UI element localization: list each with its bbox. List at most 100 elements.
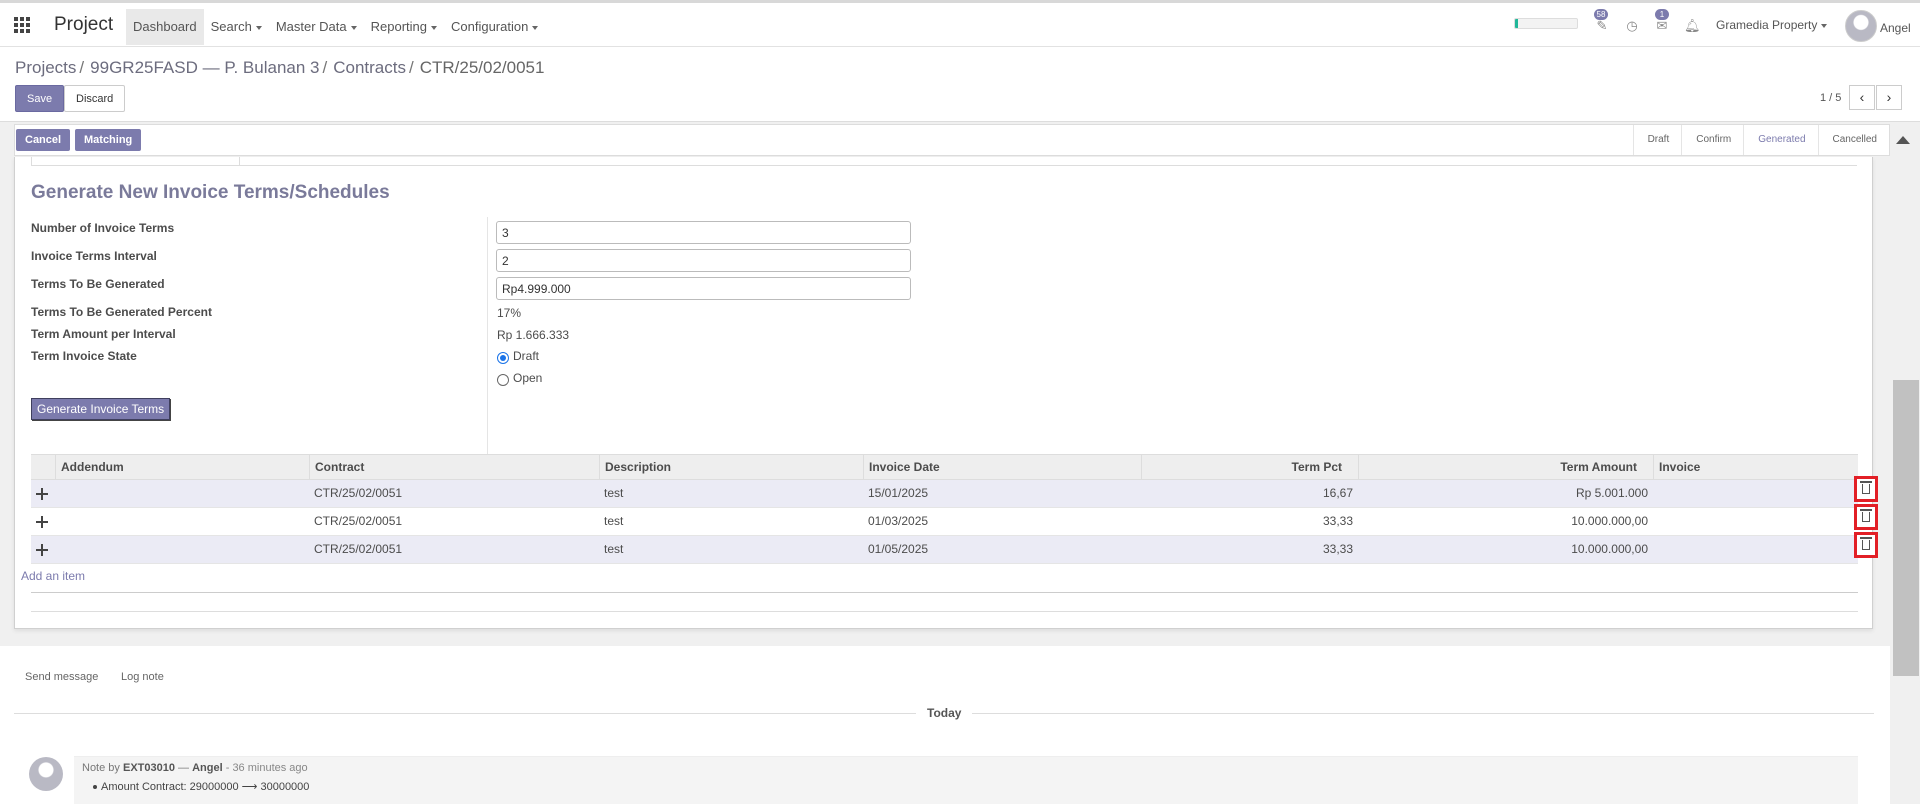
apps-grid-icon[interactable] [14,17,30,33]
table-row[interactable]: CTR/25/02/0051 test 01/05/2025 33,33 10.… [31,536,1858,564]
delete-row-button[interactable] [1854,504,1878,530]
section-title: Generate New Invoice Terms/Schedules [31,182,390,203]
stage-generated[interactable]: Generated [1743,125,1817,155]
message-body: Amount Contract: 29000000 ⟶ 30000000 [92,781,310,793]
cell-contract: CTR/25/02/0051 [314,486,403,500]
caret-down-icon [350,25,357,30]
breadcrumb-current: CTR/25/02/0051 [419,58,545,77]
bell-icon[interactable]: 🔔︎ [1684,19,1701,33]
drag-handle-icon[interactable] [36,488,48,500]
menu-dashboard[interactable]: Dashboard [126,9,204,45]
menu-search[interactable]: Search [204,9,269,45]
caret-down-icon [532,25,539,30]
cell-term-pct: 33,33 [1322,542,1353,556]
message-author[interactable]: EXT03010 [123,762,175,774]
cell-invoice-date: 01/05/2025 [868,542,929,556]
label-terms-to-generate-percent: Terms To Be Generated Percent [31,305,212,319]
col-contract[interactable]: Contract [309,455,599,481]
drag-handle-icon[interactable] [36,516,48,528]
cancel-contract-button[interactable]: Cancel [16,129,71,151]
cell-contract: CTR/25/02/0051 [314,542,403,556]
cell-description: test [604,486,624,500]
table-row[interactable]: CTR/25/02/0051 test 01/03/2025 33,33 10.… [31,508,1858,536]
table-row[interactable]: CTR/25/02/0051 test 15/01/2025 16,67 Rp … [31,480,1858,508]
user-avatar[interactable] [1845,10,1877,42]
scrollbar-thumb[interactable] [1893,380,1919,676]
delete-row-button[interactable] [1854,476,1878,502]
col-invoice[interactable]: Invoice [1653,455,1841,481]
caret-down-icon [1821,23,1828,28]
breadcrumb-project[interactable]: 99GR25FASD — P. Bulanan 3 [90,58,319,78]
caret-down-icon [255,25,262,30]
generate-invoice-terms-button[interactable]: Generate Invoice Terms [31,398,171,420]
stage-pipeline: Draft Confirm Generated Cancelled [1632,125,1889,155]
pager-value[interactable]: 1 / 5 [1820,92,1841,104]
cell-term-pct: 33,33 [1322,514,1353,528]
label-terms-to-generate: Terms To Be Generated [31,277,165,291]
col-term-amount[interactable]: Term Amount [1358,455,1653,481]
activity-badge: 58 [1594,9,1608,20]
message-author-avatar[interactable] [29,757,63,791]
stage-cancelled[interactable]: Cancelled [1817,125,1889,155]
state-open-radio[interactable] [497,374,509,386]
stage-confirm[interactable]: Confirm [1681,125,1743,155]
terms-to-generate-percent-value: 17% [497,306,522,320]
terms-interval-input[interactable] [496,249,911,272]
pager-next-button[interactable]: › [1876,85,1902,110]
onboarding-progress-bar[interactable] [1514,18,1578,29]
chatter-message: Note by EXT03010 — Angel - 36 minutes ag… [74,756,1858,804]
terms-to-generate-input[interactable] [496,277,911,300]
stage-draft[interactable]: Draft [1632,125,1682,155]
label-number-of-terms: Number of Invoice Terms [31,221,175,235]
table-header: Addendum Contract Description Invoice Da… [31,454,1858,481]
label-term-amount-per-interval: Term Amount per Interval [31,327,176,341]
trash-icon [1860,537,1872,550]
user-name[interactable]: Angel [1880,21,1911,35]
state-draft-radio[interactable] [497,352,509,364]
pager-previous-button[interactable]: ‹ [1849,85,1875,110]
trash-icon [1860,481,1872,494]
cell-description: test [604,514,624,528]
state-draft-label[interactable]: Draft [513,349,539,363]
menu-reporting[interactable]: Reporting [364,9,444,45]
col-term-pct[interactable]: Term Pct [1141,455,1358,481]
messages-badge: 1 [1655,9,1669,20]
state-open-label[interactable]: Open [513,371,542,385]
breadcrumb-contracts[interactable]: Contracts [333,58,406,78]
clock-icon[interactable]: ◷ [1625,19,1639,33]
cell-invoice-date: 15/01/2025 [868,486,929,500]
send-message-button[interactable]: Send message [25,671,98,683]
col-invoice-date[interactable]: Invoice Date [863,455,1141,481]
delete-row-button[interactable] [1854,532,1878,558]
col-description[interactable]: Description [599,455,863,481]
menu-master-data[interactable]: Master Data [269,9,364,45]
label-term-invoice-state: Term Invoice State [31,349,137,363]
scroll-up-arrow-icon[interactable] [1896,136,1910,144]
company-switcher[interactable]: Gramedia Property [1716,18,1828,32]
form-statusbar: Cancel Matching Draft Confirm Generated … [14,124,1890,156]
matching-button[interactable]: Matching [75,129,142,151]
message-user[interactable]: Angel [192,762,223,774]
label-terms-interval: Invoice Terms Interval [31,249,157,263]
drag-handle-icon[interactable] [36,544,48,556]
app-name: Project [54,14,114,35]
col-addendum[interactable]: Addendum [55,455,309,481]
activity-edit-icon[interactable]: ✎ [1595,19,1609,33]
log-note-button[interactable]: Log note [121,671,164,683]
breadcrumb: Projects/ 99GR25FASD — P. Bulanan 3/ Con… [15,58,545,78]
notebook-tab[interactable] [31,157,240,166]
cell-term-amount: 10.000.000,00 [1571,542,1648,556]
breadcrumb-projects[interactable]: Projects [15,58,76,78]
cell-invoice-date: 01/03/2025 [868,514,929,528]
top-navbar: Project Dashboard Search Master Data Rep… [0,0,1920,47]
cell-term-amount: Rp 5.001.000 [1575,486,1648,500]
number-of-terms-input[interactable] [496,221,911,244]
term-amount-per-interval-value: Rp 1.666.333 [497,328,570,342]
add-an-item-link[interactable]: Add an item [21,569,85,583]
menu-configuration[interactable]: Configuration [444,9,545,45]
message-time: - 36 minutes ago [225,762,308,774]
discard-button[interactable]: Discard [64,85,126,112]
cell-contract: CTR/25/02/0051 [314,514,403,528]
chat-icon[interactable]: ✉ [1655,19,1669,33]
save-button[interactable]: Save [15,85,65,112]
